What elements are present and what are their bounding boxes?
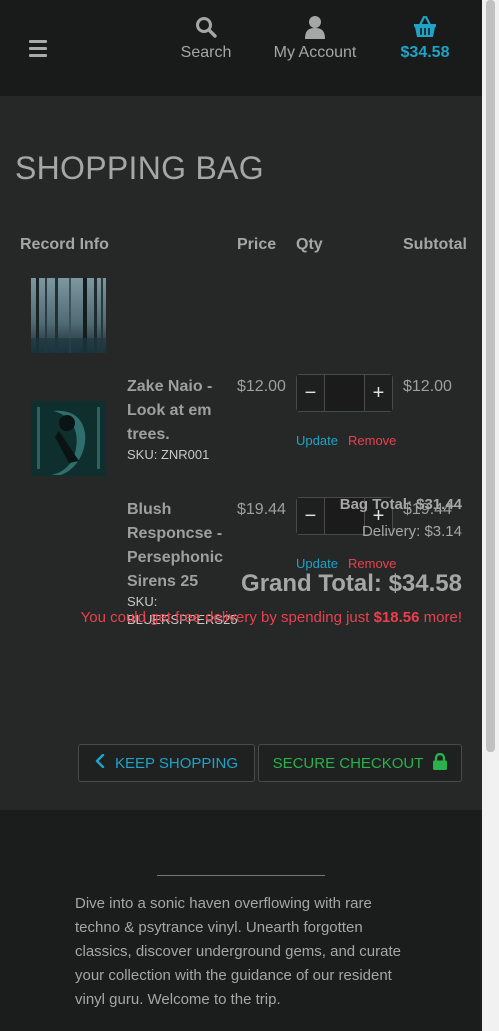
quantity-stepper: − + [296,374,393,412]
keep-shopping-label: KEEP SHOPPING [114,754,239,772]
search-icon [178,14,234,40]
scrollbar-thumb[interactable] [486,0,495,752]
delivery-cost: Delivery: $3.14 [361,523,462,540]
decrease-quantity-button[interactable]: − [297,375,324,411]
site-footer: Dive into a sonic haven overflowing with… [0,810,482,1031]
free-delivery-message: You could get free delivery by spending … [81,609,462,626]
update-button[interactable]: Update [296,556,338,571]
record-price: $12.00 [237,378,286,395]
bag-total: Bag Total: $31.44 [339,496,462,513]
column-header-subtotal: Subtotal [403,236,467,253]
footer-divider [157,875,325,876]
increase-quantity-button[interactable]: + [365,375,392,411]
decrease-quantity-button[interactable]: − [297,498,324,534]
search-nav-button[interactable]: Search [178,14,234,62]
record-cover-image[interactable] [31,278,106,353]
site-header: Search My Account $34.58 [0,0,482,96]
remove-button[interactable]: Remove [348,433,396,448]
column-header-record-info: Record Info [20,236,109,253]
account-nav-label: My Account [273,44,357,61]
secure-checkout-label: SECURE CHECKOUT [272,754,424,772]
grand-total: Grand Total: $34.58 [241,570,462,597]
quantity-input[interactable] [324,375,365,411]
record-title-link[interactable]: Blush Responcse - Persephonic Sirens 25 [127,498,227,594]
basket-icon [396,14,454,40]
record-cover-image[interactable] [31,401,106,476]
account-nav-button[interactable]: My Account [270,14,360,62]
record-title-link[interactable]: Zake Naio - Look at em trees. [127,375,227,447]
record-sku: SKU: ZNR001 [127,447,210,462]
remove-button[interactable]: Remove [348,556,396,571]
free-delivery-prefix: You could get free delivery by spending … [80,609,374,626]
footer-blurb: Dive into a sonic haven overflowing with… [75,895,402,1008]
cart-nav-button[interactable]: $34.58 [396,14,454,62]
menu-icon[interactable] [29,40,47,57]
lock-icon [433,752,448,774]
user-icon [270,14,360,40]
search-nav-label: Search [180,44,232,61]
record-price: $19.44 [237,501,286,518]
cart-total: $34.58 [400,44,450,61]
page-title: SHOPPING BAG [15,150,264,186]
item-subtotal: $12.00 [403,378,452,395]
column-header-price: Price [237,236,277,253]
keep-shopping-button[interactable]: KEEP SHOPPING [78,744,255,782]
column-header-qty: Qty [296,236,323,253]
scrollbar[interactable] [482,0,499,1031]
page: Search My Account $34.58 SHOPPING BAG Re… [0,0,482,1031]
update-button[interactable]: Update [296,433,338,448]
chevron-left-icon [95,753,105,772]
shopping-bag-section: SHOPPING BAG Record Info Price Qty Subto… [0,96,482,810]
free-delivery-suffix: more! [419,609,462,626]
free-delivery-amount: $18.56 [373,609,420,626]
secure-checkout-button[interactable]: SECURE CHECKOUT [258,744,462,782]
